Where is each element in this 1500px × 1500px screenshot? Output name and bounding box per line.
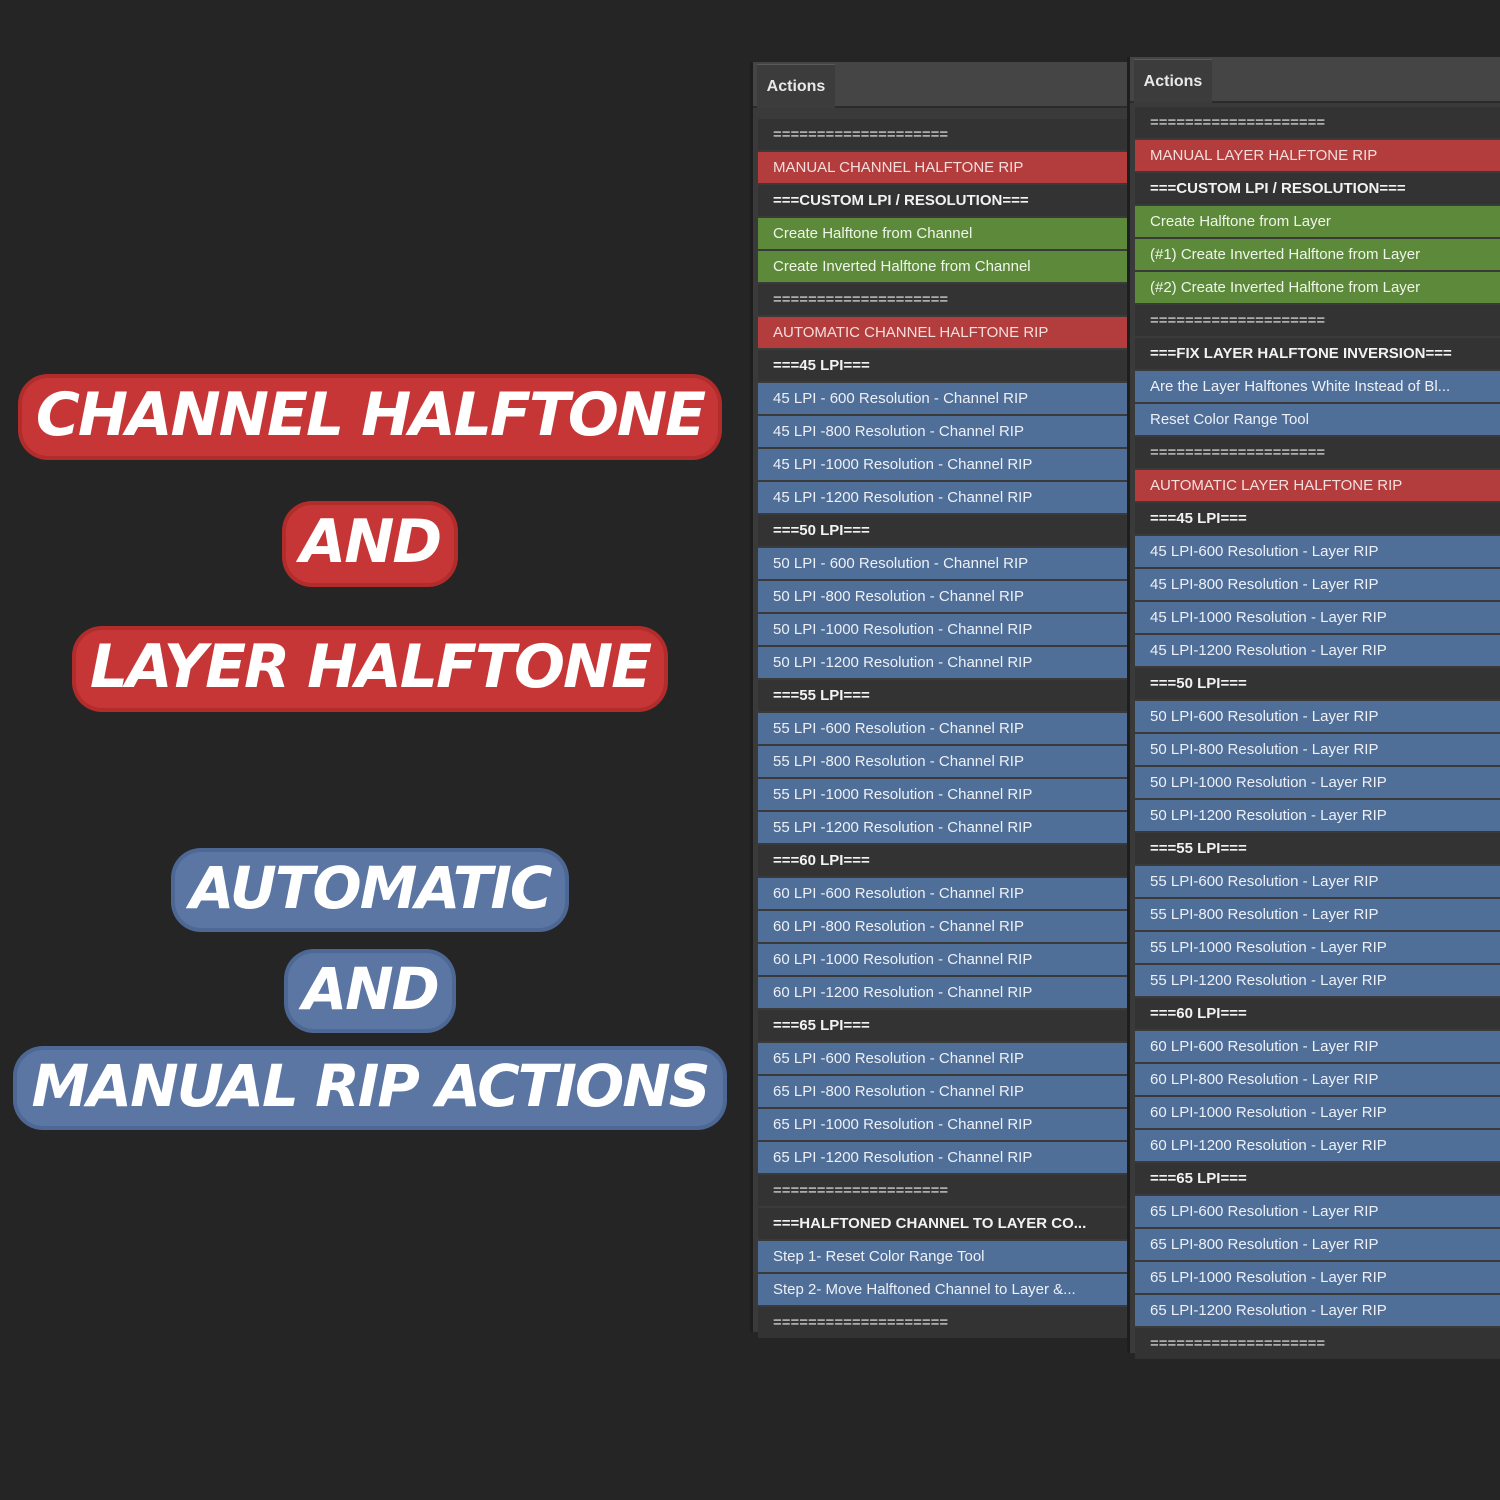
action-item[interactable]: 55 LPI -1200 Resolution - Channel RIP [758,812,1128,843]
action-item[interactable]: 60 LPI -800 Resolution - Channel RIP [758,911,1128,942]
action-set-header[interactable]: ===60 LPI=== [1135,998,1500,1029]
separator-action[interactable]: ==================== [758,1307,1128,1338]
action-item[interactable]: 45 LPI -800 Resolution - Channel RIP [758,416,1128,447]
action-item[interactable]: 50 LPI-1200 Resolution - Layer RIP [1135,800,1500,831]
headline-and-1: AND [0,505,740,583]
action-item[interactable]: 50 LPI-1000 Resolution - Layer RIP [1135,767,1500,798]
separator-action[interactable]: ==================== [758,119,1128,150]
action-item[interactable]: 60 LPI-600 Resolution - Layer RIP [1135,1031,1500,1062]
panel-tab-bar: Actions [1130,57,1500,103]
action-item[interactable]: MANUAL CHANNEL HALFTONE RIP [758,152,1128,183]
action-set-header[interactable]: ===45 LPI=== [758,350,1128,381]
actions-panel-layer: Actions ==================== MANUAL LAYER… [1127,57,1500,1359]
actions-list: ==================== MANUAL CHANNEL HALFT… [758,119,1128,1340]
action-item[interactable]: 45 LPI -1000 Resolution - Channel RIP [758,449,1128,480]
action-item[interactable]: (#2) Create Inverted Halftone from Layer [1135,272,1500,303]
headline-text: CHANNEL HALFTONE [21,378,719,456]
action-item[interactable]: 50 LPI-600 Resolution - Layer RIP [1135,701,1500,732]
action-set-header[interactable]: ===CUSTOM LPI / RESOLUTION=== [758,185,1128,216]
action-item[interactable]: AUTOMATIC CHANNEL HALFTONE RIP [758,317,1128,348]
action-item[interactable]: Reset Color Range Tool [1135,404,1500,435]
action-item[interactable]: MANUAL LAYER HALFTONE RIP [1135,140,1500,171]
action-item[interactable]: 45 LPI -1200 Resolution - Channel RIP [758,482,1128,513]
action-item[interactable]: 65 LPI-1200 Resolution - Layer RIP [1135,1295,1500,1326]
action-item[interactable]: (#1) Create Inverted Halftone from Layer [1135,239,1500,270]
action-set-header[interactable]: ===FIX LAYER HALFTONE INVERSION=== [1135,338,1500,369]
action-item[interactable]: 55 LPI -600 Resolution - Channel RIP [758,713,1128,744]
action-item[interactable]: 55 LPI-1200 Resolution - Layer RIP [1135,965,1500,996]
action-item[interactable]: 45 LPI-800 Resolution - Layer RIP [1135,569,1500,600]
headline-automatic: AUTOMATIC [0,852,740,928]
action-item[interactable]: 45 LPI - 600 Resolution - Channel RIP [758,383,1128,414]
action-item[interactable]: Step 1- Reset Color Range Tool [758,1241,1128,1272]
action-item[interactable]: Create Halftone from Channel [758,218,1128,249]
action-item[interactable]: 45 LPI-1000 Resolution - Layer RIP [1135,602,1500,633]
action-item[interactable]: 60 LPI-1200 Resolution - Layer RIP [1135,1130,1500,1161]
action-item[interactable]: 65 LPI -1000 Resolution - Channel RIP [758,1109,1128,1140]
headline-channel-halftone: CHANNEL HALFTONE [0,378,740,456]
action-item[interactable]: 60 LPI-800 Resolution - Layer RIP [1135,1064,1500,1095]
separator-action[interactable]: ==================== [1135,1328,1500,1359]
action-item[interactable]: AUTOMATIC LAYER HALFTONE RIP [1135,470,1500,501]
action-item[interactable]: 50 LPI -1000 Resolution - Channel RIP [758,614,1128,645]
action-item[interactable]: 65 LPI-1000 Resolution - Layer RIP [1135,1262,1500,1293]
action-set-header[interactable]: ===55 LPI=== [1135,833,1500,864]
action-set-header[interactable]: ===CUSTOM LPI / RESOLUTION=== [1135,173,1500,204]
headline-text: MANUAL RIP ACTIONS [17,1050,723,1126]
tab-actions[interactable]: Actions [757,64,835,108]
headline-text: AND [288,953,452,1029]
tab-actions[interactable]: Actions [1134,59,1212,103]
action-set-header[interactable]: ===HALFTONED CHANNEL TO LAYER CO... [758,1208,1128,1239]
action-item[interactable]: 60 LPI -1000 Resolution - Channel RIP [758,944,1128,975]
panel-tab-bar: Actions [753,62,1128,108]
action-set-header[interactable]: ===50 LPI=== [1135,668,1500,699]
separator-action[interactable]: ==================== [1135,437,1500,468]
action-item[interactable]: 60 LPI -1200 Resolution - Channel RIP [758,977,1128,1008]
separator-action[interactable]: ==================== [1135,107,1500,138]
actions-list: ==================== MANUAL LAYER HALFTON… [1135,107,1500,1361]
action-item[interactable]: 55 LPI -1000 Resolution - Channel RIP [758,779,1128,810]
separator-action[interactable]: ==================== [1135,305,1500,336]
action-set-header[interactable]: ===45 LPI=== [1135,503,1500,534]
action-set-header[interactable]: ===55 LPI=== [758,680,1128,711]
action-item[interactable]: Create Inverted Halftone from Channel [758,251,1128,282]
action-item[interactable]: 50 LPI -1200 Resolution - Channel RIP [758,647,1128,678]
action-set-header[interactable]: ===60 LPI=== [758,845,1128,876]
action-item[interactable]: 55 LPI -800 Resolution - Channel RIP [758,746,1128,777]
action-item[interactable]: 60 LPI-1000 Resolution - Layer RIP [1135,1097,1500,1128]
action-item[interactable]: 65 LPI-600 Resolution - Layer RIP [1135,1196,1500,1227]
action-item[interactable]: 65 LPI -600 Resolution - Channel RIP [758,1043,1128,1074]
action-item[interactable]: Step 2- Move Halftoned Channel to Layer … [758,1274,1128,1305]
action-item[interactable]: 55 LPI-800 Resolution - Layer RIP [1135,899,1500,930]
headline-text: LAYER HALFTONE [75,630,665,708]
action-item[interactable]: 50 LPI -800 Resolution - Channel RIP [758,581,1128,612]
action-item[interactable]: Create Halftone from Layer [1135,206,1500,237]
action-item[interactable]: 55 LPI-600 Resolution - Layer RIP [1135,866,1500,897]
action-set-header[interactable]: ===50 LPI=== [758,515,1128,546]
action-item[interactable]: 50 LPI-800 Resolution - Layer RIP [1135,734,1500,765]
action-item[interactable]: 55 LPI-1000 Resolution - Layer RIP [1135,932,1500,963]
action-item[interactable]: 65 LPI -800 Resolution - Channel RIP [758,1076,1128,1107]
action-item[interactable]: Are the Layer Halftones White Instead of… [1135,371,1500,402]
action-item[interactable]: 45 LPI-1200 Resolution - Layer RIP [1135,635,1500,666]
headline-manual-rip-actions: MANUAL RIP ACTIONS [0,1050,740,1126]
action-item[interactable]: 45 LPI-600 Resolution - Layer RIP [1135,536,1500,567]
headline-and-2: AND [0,953,740,1029]
separator-action[interactable]: ==================== [758,284,1128,315]
action-item[interactable]: 60 LPI -600 Resolution - Channel RIP [758,878,1128,909]
headline-text: AND [285,505,455,583]
action-set-header[interactable]: ===65 LPI=== [758,1010,1128,1041]
action-item[interactable]: 65 LPI -1200 Resolution - Channel RIP [758,1142,1128,1173]
headline-layer-halftone: LAYER HALFTONE [0,630,740,708]
action-item[interactable]: 50 LPI - 600 Resolution - Channel RIP [758,548,1128,579]
separator-action[interactable]: ==================== [758,1175,1128,1206]
action-set-header[interactable]: ===65 LPI=== [1135,1163,1500,1194]
actions-panel-channel: Actions ==================== MANUAL CHANN… [750,62,1128,1338]
headline-text: AUTOMATIC [175,852,565,928]
action-item[interactable]: 65 LPI-800 Resolution - Layer RIP [1135,1229,1500,1260]
